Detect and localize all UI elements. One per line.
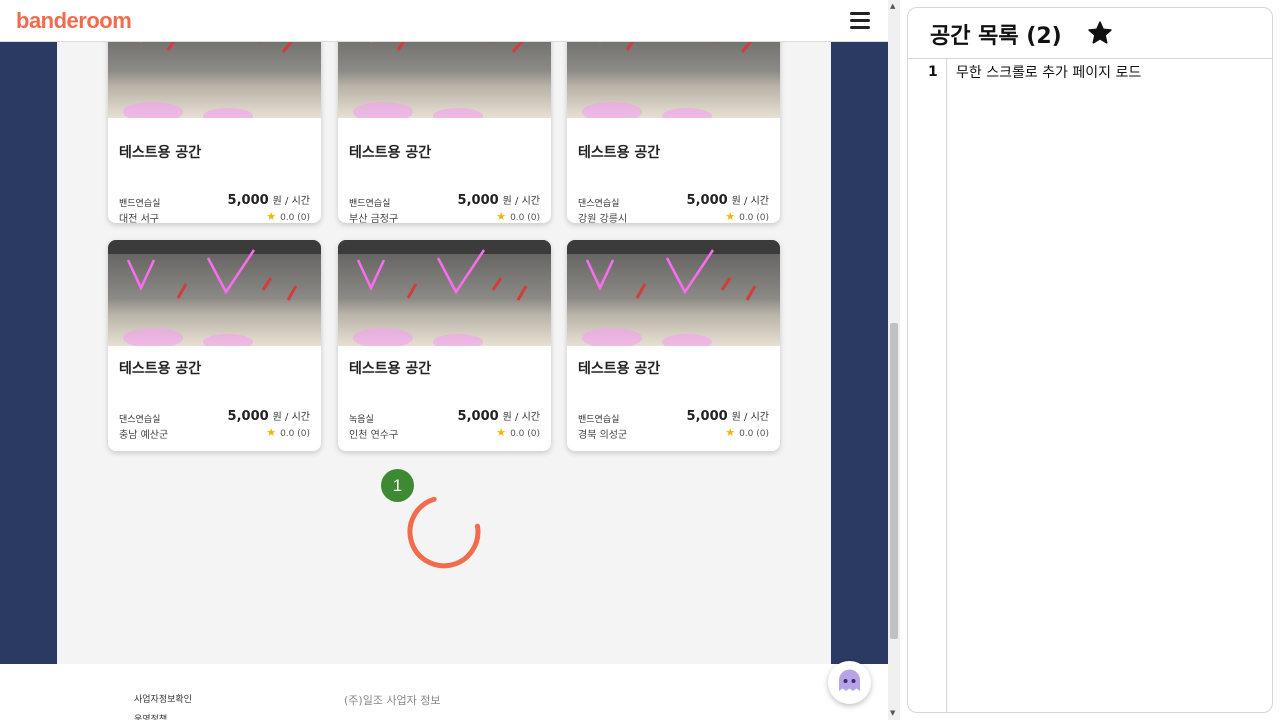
chatbot-ghost-icon: [839, 669, 860, 691]
header: banderoom: [0, 0, 888, 42]
panel-row-text: 무한 스크롤로 추가 페이지 로드: [956, 65, 1142, 81]
scroll-up-arrow-icon[interactable]: ▲: [890, 2, 895, 10]
space-location: 경북 의성군: [578, 430, 628, 441]
space-thumbnail-image: [338, 240, 551, 346]
annotation-panel: 공간 목록 (2) 1 무한 스크롤로 추가 페이지 로드: [907, 7, 1273, 713]
space-title: 테스트용 공간: [119, 145, 202, 161]
space-category: 밴드연습실: [349, 199, 391, 209]
space-card[interactable]: 테스트용 공간 댄스연습실 강원 강릉시 5,000 원 / 시간 ★ 0.0 (0…: [567, 12, 780, 223]
star-icon: ★: [725, 210, 736, 223]
space-card[interactable]: 테스트용 공간 댄스연습실 충남 예산군 5,000 원 / 시간 ★ 0.0 (0…: [108, 240, 321, 451]
space-rating: ★ 0.0 (0): [725, 210, 769, 223]
space-rating: ★ 0.0 (0): [266, 426, 310, 439]
space-price: 5,000 원 / 시간: [457, 409, 540, 424]
space-thumbnail-image: [108, 240, 321, 346]
space-card[interactable]: 테스트용 공간 밴드연습실 경북 의성군 5,000 원 / 시간 ★ 0.0 (0…: [567, 240, 780, 451]
star-icon: ★: [725, 426, 736, 439]
footer-link-business-info[interactable]: 사업자정보확인: [134, 692, 192, 705]
space-price: 5,000 원 / 시간: [227, 409, 310, 424]
space-category: 밴드연습실: [119, 199, 161, 209]
space-card[interactable]: 테스트용 공간 녹음실 인천 연수구 5,000 원 / 시간 ★ 0.0 (0): [338, 240, 551, 451]
space-title: 테스트용 공간: [578, 145, 661, 161]
space-location: 강원 강릉시: [578, 214, 628, 223]
space-category: 녹음실: [349, 415, 374, 425]
loading-spinner-icon: [407, 496, 481, 569]
footer: 사업자정보확인 운영정책: [0, 664, 888, 720]
neon-room-graphic: [567, 240, 780, 346]
panel-row-number: 1: [928, 64, 938, 80]
annotation-marker: 1: [381, 469, 414, 502]
star-icon: ★: [496, 426, 507, 439]
star-icon: [1088, 21, 1112, 44]
space-location: 충남 예산군: [119, 430, 169, 441]
space-location: 부산 금정구: [349, 214, 399, 223]
main-app-area: banderoom 테스트용 공간 밴드연습실 대전 서구 5,000 원 / 시…: [0, 0, 888, 720]
space-rating: ★ 0.0 (0): [266, 210, 310, 223]
scroll-down-arrow-icon[interactable]: ▼: [890, 709, 895, 717]
footer-company-info[interactable]: (주)일조 사업자 정보: [344, 692, 441, 708]
space-price: 5,000 원 / 시간: [686, 409, 769, 424]
panel-column-divider: [946, 59, 947, 712]
chat-button[interactable]: [828, 661, 871, 704]
neon-room-graphic: [338, 240, 551, 346]
space-category: 밴드연습실: [578, 415, 620, 425]
hamburger-menu-icon[interactable]: [850, 12, 870, 30]
space-category: 댄스연습실: [119, 415, 161, 425]
panel-divider: [908, 58, 1272, 59]
space-price: 5,000 원 / 시간: [227, 193, 310, 208]
space-rating: ★ 0.0 (0): [725, 426, 769, 439]
star-icon: ★: [496, 210, 507, 223]
space-title: 테스트용 공간: [578, 361, 661, 377]
space-location: 대전 서구: [119, 214, 159, 223]
space-card[interactable]: 테스트용 공간 밴드연습실 대전 서구 5,000 원 / 시간 ★ 0.0 (0): [108, 12, 321, 223]
space-title: 테스트용 공간: [349, 145, 432, 161]
space-category: 댄스연습실: [578, 199, 620, 209]
space-thumbnail-image: [567, 240, 780, 346]
space-list-content: 테스트용 공간 밴드연습실 대전 서구 5,000 원 / 시간 ★ 0.0 (0)…: [57, 12, 831, 664]
space-rating: ★ 0.0 (0): [496, 210, 540, 223]
star-icon: ★: [266, 426, 277, 439]
space-title: 테스트용 공간: [349, 361, 432, 377]
neon-room-graphic: [108, 240, 321, 346]
space-price: 5,000 원 / 시간: [457, 193, 540, 208]
panel-title: 공간 목록 (2): [930, 24, 1062, 49]
space-title: 테스트용 공간: [119, 361, 202, 377]
space-card[interactable]: 테스트용 공간 밴드연습실 부산 금정구 5,000 원 / 시간 ★ 0.0 (0…: [338, 12, 551, 223]
star-icon: ★: [266, 210, 277, 223]
space-location: 인천 연수구: [349, 430, 399, 441]
footer-link-policy[interactable]: 운영정책: [134, 712, 167, 720]
space-rating: ★ 0.0 (0): [496, 426, 540, 439]
logo[interactable]: banderoom: [16, 8, 132, 34]
space-price: 5,000 원 / 시간: [686, 193, 769, 208]
scrollbar-thumb[interactable]: [890, 323, 898, 639]
